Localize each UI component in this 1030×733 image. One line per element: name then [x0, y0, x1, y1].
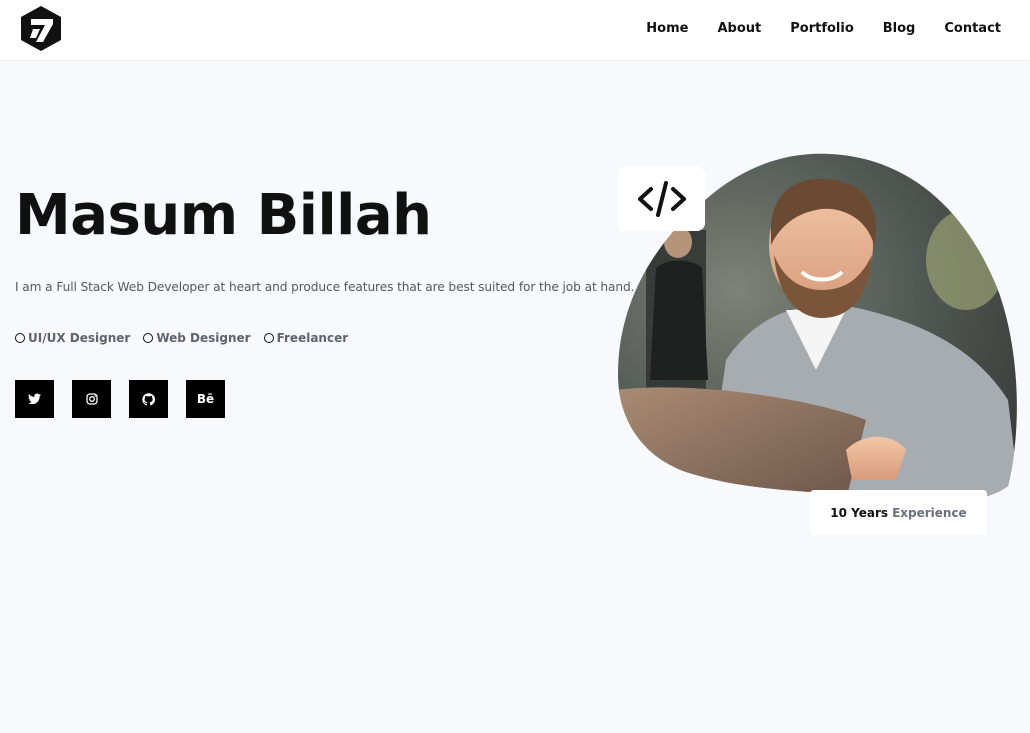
role-item: UI/UX Designer — [15, 331, 130, 345]
github-button[interactable] — [129, 380, 168, 418]
code-icon — [637, 181, 686, 217]
role-label: Freelancer — [276, 331, 349, 345]
role-label: UI/UX Designer — [28, 331, 131, 345]
experience-years: 10 Years — [830, 505, 889, 520]
navbar: Home About Portfolio Blog Contact — [0, 0, 1030, 60]
role-label: Web Designer — [156, 331, 251, 345]
circle-bullet-icon — [15, 333, 25, 343]
main-nav: Home About Portfolio Blog Contact — [646, 0, 1001, 56]
nav-contact-link[interactable]: Contact — [944, 21, 1001, 36]
twitter-icon — [28, 393, 41, 405]
circle-bullet-icon — [263, 333, 274, 343]
nav-blog-link[interactable]: Blog — [883, 21, 916, 36]
instagram-icon — [85, 393, 98, 405]
instagram-button[interactable] — [72, 380, 111, 418]
brand-logo-icon[interactable] — [19, 5, 63, 51]
role-item: Freelancer — [263, 331, 349, 345]
nav-home-link[interactable]: Home — [646, 21, 688, 36]
circle-bullet-icon — [143, 333, 154, 343]
hero-name: Masum Billah — [15, 183, 432, 248]
twitter-button[interactable] — [15, 380, 54, 418]
github-icon — [142, 392, 155, 405]
role-list: UI/UX Designer Web Designer Freelancer — [15, 331, 361, 345]
code-badge — [618, 167, 705, 231]
hero-description: I am a Full Stack Web Developer at heart… — [15, 280, 635, 294]
nav-portfolio-link[interactable]: Portfolio — [790, 21, 854, 36]
role-item: Web Designer — [143, 331, 251, 345]
behance-button[interactable]: Bē — [186, 380, 225, 418]
nav-about-link[interactable]: About — [717, 21, 761, 36]
behance-icon: Bē — [196, 392, 215, 406]
experience-badge: 10 Years Experience — [810, 490, 987, 535]
social-links: Bē — [15, 380, 243, 418]
experience-label: Experience — [892, 505, 967, 520]
